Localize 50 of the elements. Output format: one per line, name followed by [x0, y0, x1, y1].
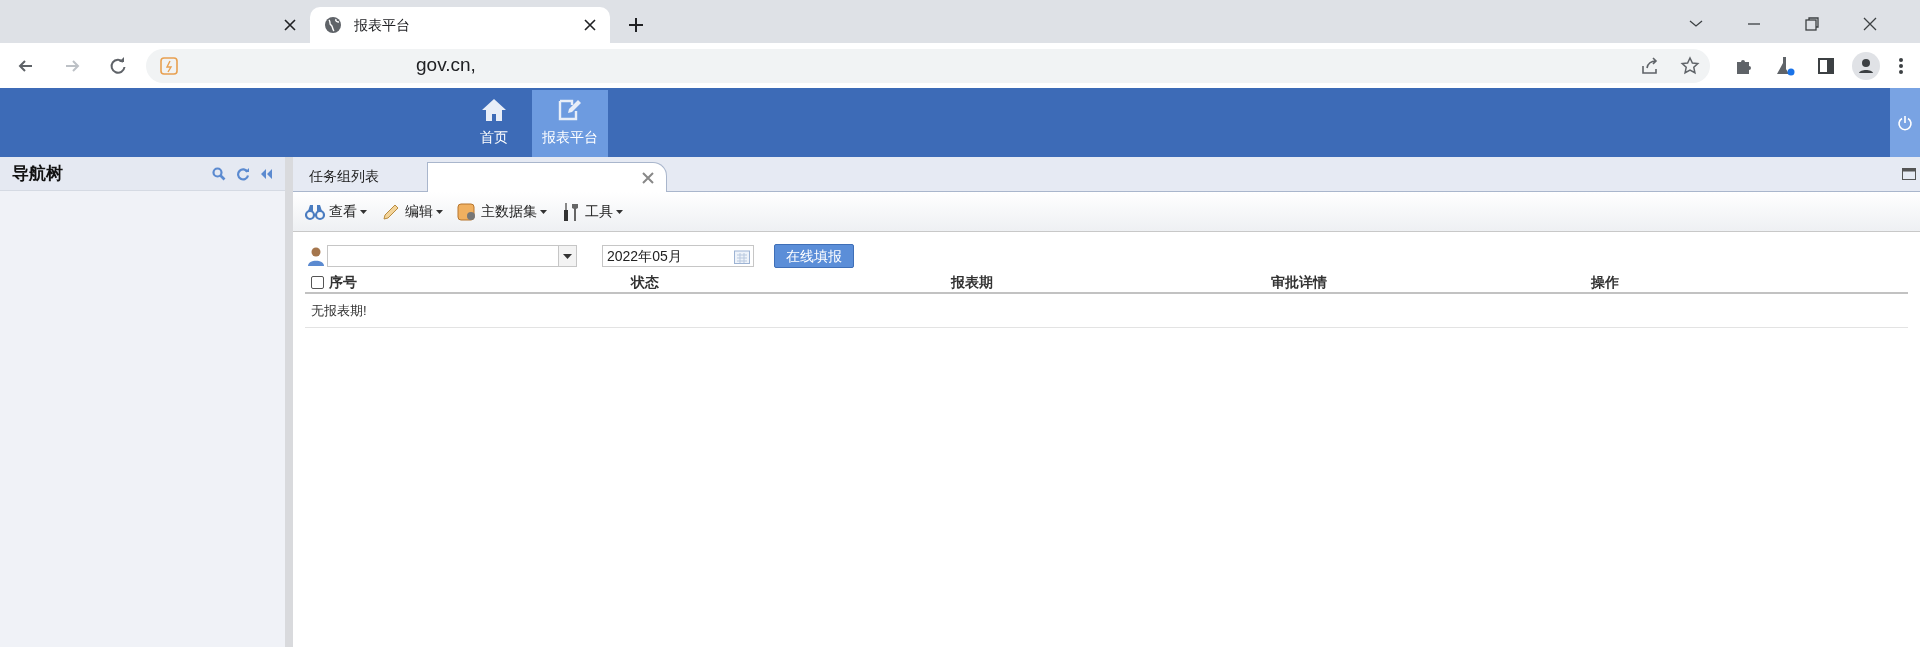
person-icon: [307, 246, 325, 266]
toolbar-button[interactable]: 查看: [305, 201, 367, 222]
house-icon: [480, 97, 508, 123]
caret-icon: [616, 209, 623, 214]
flask-icon[interactable]: [1774, 54, 1796, 77]
select-field[interactable]: [327, 245, 577, 267]
search-icon[interactable]: [212, 166, 226, 181]
side-panel-icon[interactable]: [1816, 55, 1836, 76]
column-header: 操作: [1591, 272, 1619, 292]
reload-icon[interactable]: [108, 55, 128, 76]
empty-message: 无报表期!: [311, 301, 367, 320]
select-all-checkbox[interactable]: [311, 275, 324, 289]
dropdown-caret-icon: [563, 253, 572, 259]
menu-icon[interactable]: [1898, 56, 1904, 75]
share-icon[interactable]: [1640, 55, 1660, 76]
close-window-icon[interactable]: [1862, 16, 1878, 32]
avatar-icon[interactable]: [1852, 51, 1880, 80]
maximize-icon[interactable]: [1902, 168, 1916, 180]
globe-icon: [324, 16, 342, 34]
date-field[interactable]: 2022年05月: [602, 245, 754, 267]
browser-tab[interactable]: 报表平台: [310, 7, 610, 43]
column-header: 报表期: [951, 272, 993, 292]
site-icon: [160, 56, 178, 75]
column-header: 状态: [631, 272, 659, 292]
column-header: 审批详情: [1271, 272, 1327, 292]
toolbar-button[interactable]: 编辑: [381, 201, 443, 222]
nav-item[interactable]: 首页: [456, 90, 532, 157]
url-text: gov.cn,: [416, 53, 476, 78]
calendar-icon: [734, 248, 750, 264]
close-icon[interactable]: [284, 19, 296, 31]
database-gear-icon: [457, 201, 477, 222]
toolbar-button[interactable]: 工具: [561, 201, 623, 222]
content-tab[interactable]: 任务组列表: [299, 161, 427, 191]
toolbar-button[interactable]: 主数据集: [457, 201, 547, 222]
caret-icon: [436, 209, 443, 214]
column-header: 序号: [329, 272, 357, 292]
refresh-icon[interactable]: [236, 166, 250, 181]
power-icon: [1897, 114, 1913, 131]
pencil-note-icon: [556, 97, 584, 123]
restore-icon[interactable]: [1804, 16, 1820, 32]
tab-title: 报表平台: [354, 15, 410, 35]
address-bar[interactable]: gov.cn,: [146, 48, 1710, 83]
close-icon[interactable]: [584, 19, 596, 31]
new-tab-icon[interactable]: [628, 17, 644, 33]
sidebar-title: 导航树: [12, 162, 63, 185]
star-icon[interactable]: [1680, 55, 1700, 76]
collapse-icon[interactable]: [260, 167, 273, 180]
caret-icon: [540, 209, 547, 214]
wrench-screwdriver-icon: [561, 201, 581, 222]
caret-icon: [360, 209, 367, 214]
